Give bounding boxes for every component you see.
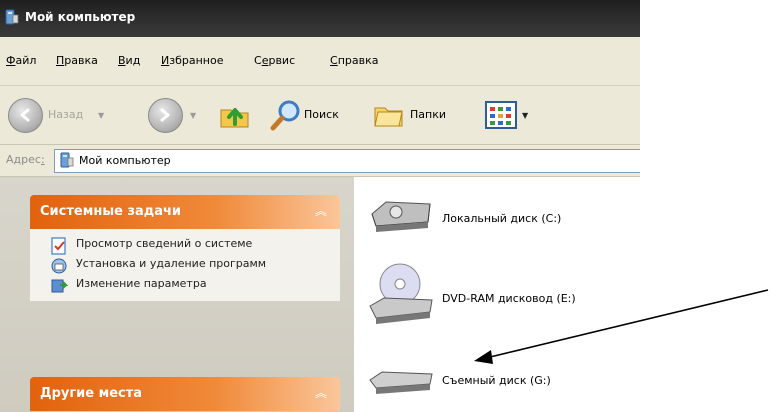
search-button[interactable]: Поиск xyxy=(270,86,358,144)
my-computer-icon xyxy=(60,152,74,168)
address-field[interactable]: Мой компьютер xyxy=(54,149,640,173)
up-folder-icon xyxy=(220,108,249,128)
views-dropdown-icon[interactable]: ▼ xyxy=(522,111,528,120)
removable-disk-icon xyxy=(369,371,433,394)
title-bar: Мой компьютер xyxy=(0,0,640,37)
menu-view[interactable]: Вид xyxy=(118,54,140,67)
forward-dropdown-icon[interactable]: ▼ xyxy=(190,111,196,120)
other-places-panel: Другие места ︽ xyxy=(30,377,340,411)
task-pane: Системные задачи ︽ Просмотр сведений о с… xyxy=(0,177,354,412)
menu-bar: Файл Правка Вид Избранное Сервис Справка xyxy=(0,37,640,86)
back-button[interactable]: Назад ▼ xyxy=(8,86,116,144)
forward-arrow-icon xyxy=(148,98,183,133)
views-grid-icon xyxy=(485,101,517,129)
search-icon xyxy=(270,100,300,131)
drive-item-g[interactable]: Съемный диск (G:) xyxy=(366,364,626,404)
my-computer-icon xyxy=(5,9,19,25)
menu-edit[interactable]: Правка xyxy=(56,54,98,67)
search-label: Поиск xyxy=(304,108,339,121)
system-tasks-panel: Системные задачи ︽ Просмотр сведений о с… xyxy=(30,195,340,301)
drive-item-e[interactable]: DVD-RAM дисковод (E:) xyxy=(366,262,626,328)
window-title: Мой компьютер xyxy=(25,10,136,24)
explorer-window: Мой компьютер Файл Правка Вид Избранное … xyxy=(0,0,640,412)
drive-c-label: Локальный диск (C:) xyxy=(442,212,562,225)
address-label: Адрес: xyxy=(6,153,45,166)
folders-button[interactable]: Папки xyxy=(372,86,462,144)
folders-label: Папки xyxy=(410,108,446,121)
back-dropdown-icon[interactable]: ▼ xyxy=(98,111,104,120)
toolbar: Назад ▼ ▼ Поиск Папки ▼ xyxy=(0,86,640,145)
task-view-system-info[interactable]: Просмотр сведений о системе xyxy=(50,237,330,255)
folders-icon xyxy=(374,107,403,127)
system-tasks-header[interactable]: Системные задачи ︽ xyxy=(30,195,340,229)
change-setting-icon xyxy=(51,279,68,293)
back-label: Назад xyxy=(48,108,84,121)
up-folder-button[interactable] xyxy=(218,86,252,144)
system-tasks-body: Просмотр сведений о системе Установка и … xyxy=(30,229,340,301)
add-remove-programs-icon xyxy=(51,258,67,274)
hard-disk-icon xyxy=(371,201,431,232)
menu-file[interactable]: Файл xyxy=(6,54,36,67)
task-add-remove-programs[interactable]: Установка и удаление программ xyxy=(50,257,330,274)
forward-button[interactable]: ▼ xyxy=(148,86,208,144)
address-bar: Адрес: Мой компьютер xyxy=(0,145,640,177)
other-places-header[interactable]: Другие места ︽ xyxy=(30,377,340,411)
menu-help[interactable]: Справка xyxy=(330,54,378,67)
collapse-chevron-icon[interactable]: ︽ xyxy=(312,384,330,402)
views-button[interactable]: ▼ xyxy=(484,86,534,144)
menu-tools[interactable]: Сервис xyxy=(254,54,295,67)
dvd-drive-icon xyxy=(369,263,433,324)
task-change-setting[interactable]: Изменение параметра xyxy=(50,277,330,293)
drive-item-c[interactable]: Локальный диск (C:) xyxy=(366,196,626,240)
other-places-title: Другие места xyxy=(40,386,143,401)
drive-g-label: Съемный диск (G:) xyxy=(442,374,551,387)
menu-favorites[interactable]: Избранное xyxy=(161,54,223,67)
system-info-icon xyxy=(51,237,66,255)
system-tasks-title: Системные задачи xyxy=(40,204,182,219)
collapse-chevron-icon[interactable]: ︽ xyxy=(312,202,330,220)
back-arrow-icon xyxy=(8,98,43,133)
address-value: Мой компьютер xyxy=(79,154,171,167)
drive-e-label: DVD-RAM дисковод (E:) xyxy=(442,292,576,305)
